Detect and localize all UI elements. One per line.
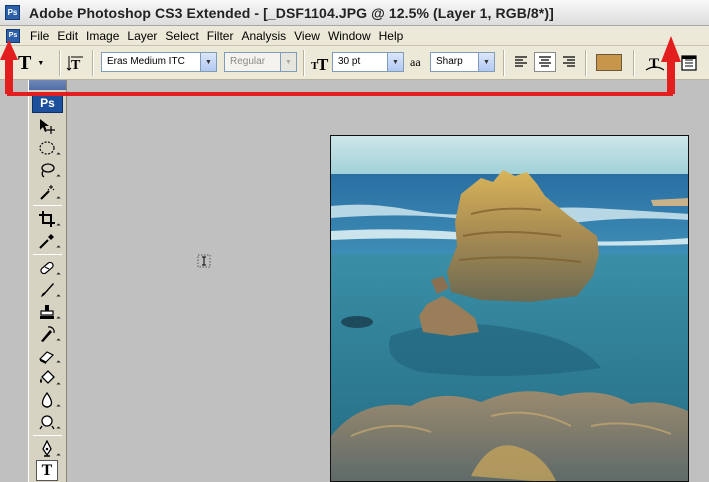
type-tool-icon: T	[41, 461, 53, 479]
menu-layer[interactable]: Layer	[123, 29, 161, 43]
document-canvas[interactable]	[330, 135, 689, 482]
window-title: Adobe Photoshop CS3 Extended - [_DSF1104…	[29, 4, 554, 21]
type-tool-icon: T	[18, 51, 32, 74]
move-tool[interactable]	[29, 115, 65, 137]
svg-text:T: T	[649, 56, 659, 72]
chevron-down-icon[interactable]: ▼	[200, 53, 216, 71]
pen-tool[interactable]	[29, 438, 65, 460]
toolbox-divider	[33, 435, 62, 436]
align-left-button[interactable]	[510, 52, 532, 72]
eraser-tool[interactable]	[29, 345, 65, 367]
healing-brush-tool[interactable]	[29, 257, 65, 279]
font-style-value: Regular	[230, 56, 266, 67]
warp-text-icon: T	[645, 56, 665, 72]
toolbox: Ps T	[28, 80, 67, 482]
move-tool-icon	[40, 119, 55, 134]
align-right-button[interactable]	[558, 52, 580, 72]
toolbox-grip[interactable]	[29, 80, 66, 90]
text-color-swatch[interactable]	[596, 54, 622, 71]
menu-bar: Ps File Edit Image Layer Select Filter A…	[0, 26, 709, 46]
warp-text-button[interactable]: T	[644, 52, 666, 74]
history-brush-tool[interactable]	[29, 323, 65, 345]
menu-filter[interactable]: Filter	[203, 29, 238, 43]
blur-tool-icon	[41, 391, 53, 408]
font-style-select[interactable]: Regular ▼	[224, 52, 297, 72]
divider	[59, 50, 60, 76]
dodge-tool-icon	[39, 415, 55, 430]
type-tool[interactable]: T	[36, 460, 58, 481]
beach-rock-photo	[331, 136, 688, 481]
font-size-select[interactable]: 30 pt ▼	[332, 52, 404, 72]
antialias-icon: aa	[410, 55, 421, 69]
pen-tool-icon	[42, 440, 52, 457]
toggle-palettes-button[interactable]	[679, 53, 701, 73]
magic-wand-icon	[40, 185, 55, 200]
menu-analysis[interactable]: Analysis	[237, 29, 290, 43]
magic-wand-tool[interactable]	[29, 181, 65, 203]
history-brush-icon	[41, 326, 55, 342]
toolbox-divider	[33, 205, 62, 206]
text-cursor-icon	[197, 254, 211, 268]
chevron-down-icon[interactable]: ▼	[478, 53, 494, 71]
eraser-icon	[38, 351, 55, 364]
font-family-select[interactable]: Eras Medium ITC ▼	[101, 52, 217, 72]
menu-select[interactable]: Select	[161, 29, 202, 43]
healing-brush-icon	[40, 261, 54, 275]
dodge-tool[interactable]	[29, 411, 65, 433]
divider	[503, 50, 504, 76]
menu-image[interactable]: Image	[82, 29, 123, 43]
document-icon[interactable]: Ps	[6, 28, 20, 43]
menu-help[interactable]: Help	[375, 29, 408, 43]
chevron-down-icon[interactable]: ▼	[280, 53, 296, 71]
divider	[92, 50, 93, 76]
font-size-icon: T T	[309, 54, 331, 74]
eyedropper-icon	[39, 234, 54, 249]
divider	[585, 50, 586, 76]
brush-tool[interactable]	[29, 279, 65, 301]
font-family-value: Eras Medium ITC	[107, 56, 185, 67]
divider	[633, 50, 634, 76]
lasso-tool[interactable]	[29, 159, 65, 181]
brush-tool-icon	[41, 283, 54, 297]
svg-text:T: T	[317, 55, 329, 72]
crop-tool[interactable]	[29, 208, 65, 230]
align-left-icon	[515, 56, 527, 67]
blur-tool[interactable]	[29, 389, 65, 411]
marquee-tool[interactable]	[29, 137, 65, 159]
svg-text:T: T	[71, 58, 81, 72]
antialias-value: Sharp	[436, 56, 463, 67]
photoshop-app-icon[interactable]: Ps	[5, 5, 20, 20]
chevron-down-icon[interactable]: ▼	[387, 53, 403, 71]
character-palette-icon	[681, 55, 697, 71]
menu-view[interactable]: View	[290, 29, 324, 43]
clone-stamp-icon	[40, 305, 54, 319]
align-center-button[interactable]	[534, 52, 556, 72]
marquee-tool-icon	[39, 141, 55, 155]
toolbox-logo[interactable]: Ps	[32, 93, 63, 113]
title-bar: Ps Adobe Photoshop CS3 Extended - [_DSF1…	[0, 0, 709, 26]
toolbox-divider	[33, 254, 62, 255]
antialias-select[interactable]: Sharp ▼	[430, 52, 495, 72]
options-bar: T ▼ T Eras Medium ITC ▼ Regular ▼ T T 30…	[0, 46, 709, 80]
tool-preset-picker[interactable]: T ▼	[18, 52, 54, 74]
align-center-icon	[539, 56, 551, 67]
lasso-tool-icon	[41, 163, 55, 178]
font-size-value: 30 pt	[338, 56, 361, 67]
crop-tool-icon	[39, 211, 55, 227]
menu-edit[interactable]: Edit	[53, 29, 82, 43]
align-right-icon	[563, 56, 575, 67]
chevron-down-icon: ▼	[37, 59, 45, 67]
paint-bucket-icon	[40, 370, 55, 384]
eyedropper-tool[interactable]	[29, 230, 65, 252]
paint-bucket-tool[interactable]	[29, 367, 65, 389]
menu-file[interactable]: File	[26, 29, 53, 43]
text-orientation-icon[interactable]: T	[66, 54, 86, 73]
divider	[303, 50, 304, 76]
clone-stamp-tool[interactable]	[29, 301, 65, 323]
menu-window[interactable]: Window	[324, 29, 375, 43]
